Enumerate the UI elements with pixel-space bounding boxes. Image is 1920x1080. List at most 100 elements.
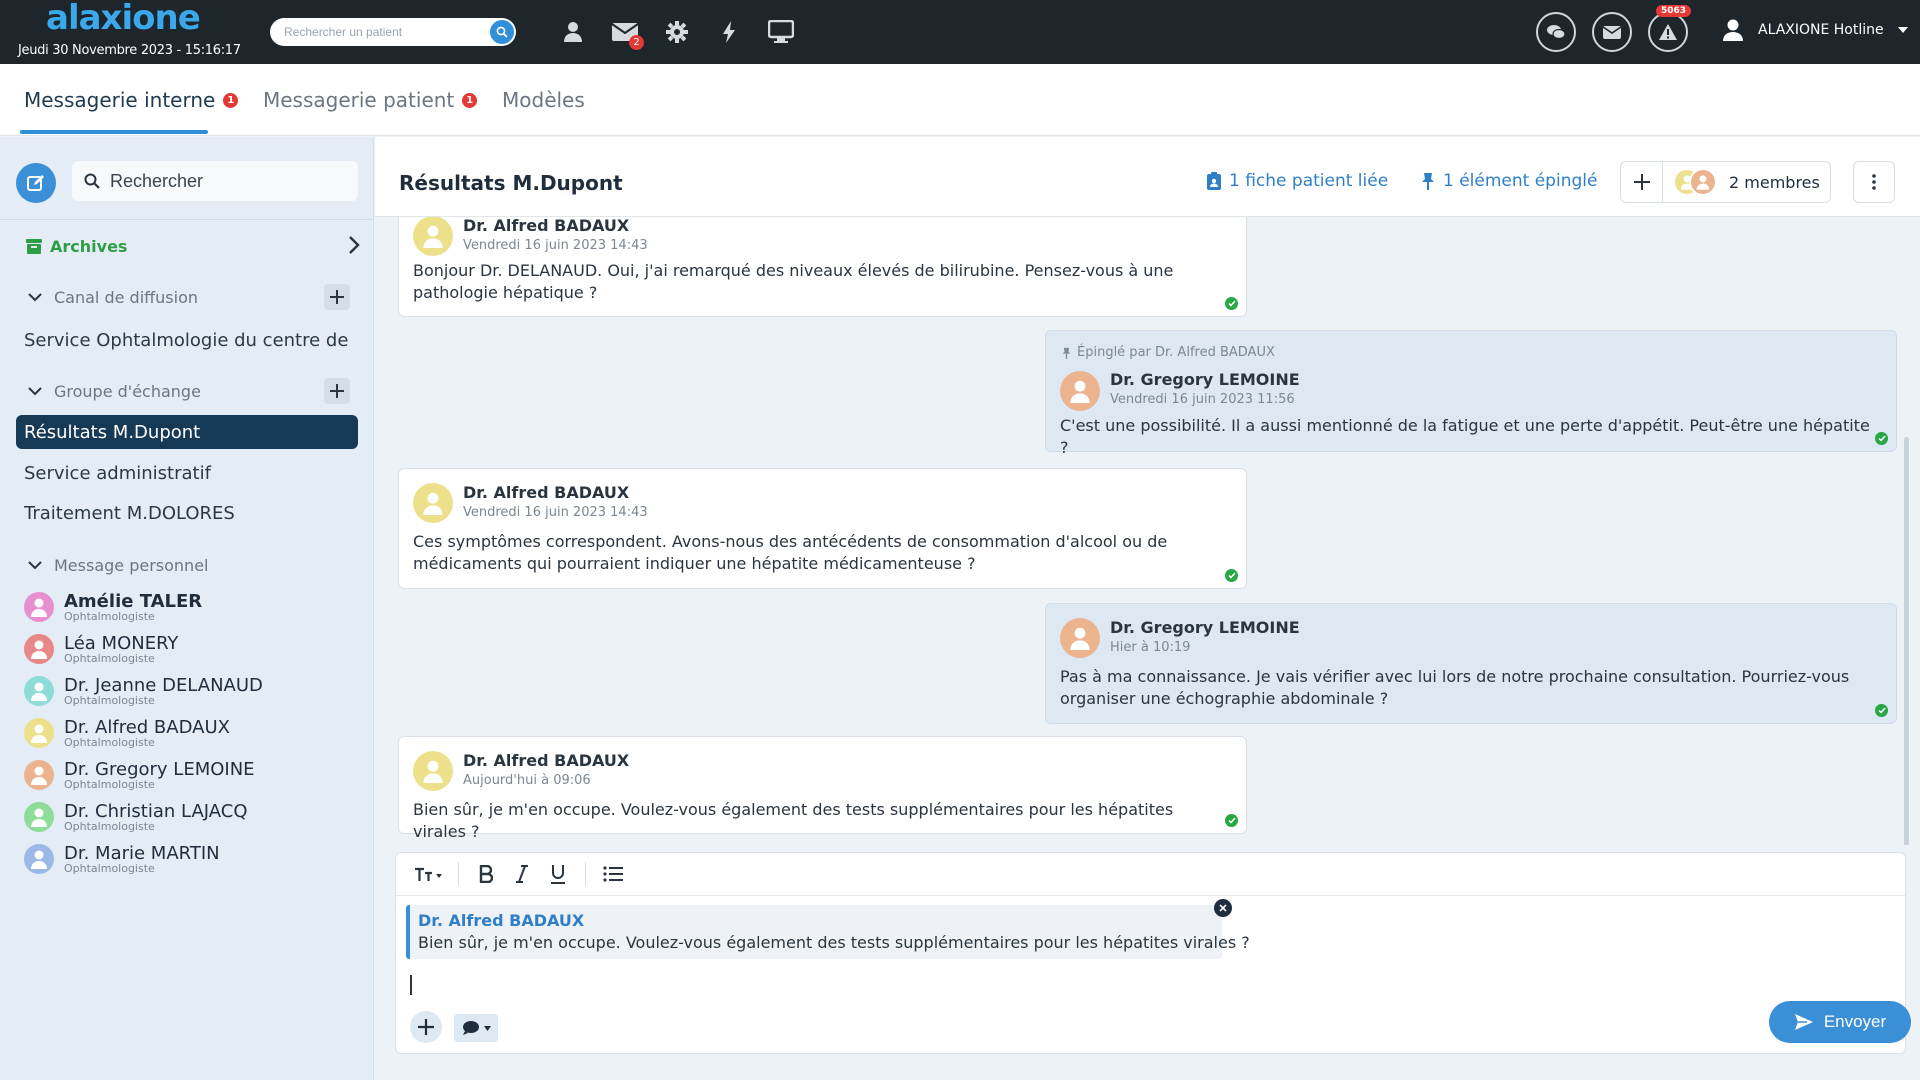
tab-templates[interactable]: Modèles [502,88,585,112]
caret-down-icon [1897,27,1908,33]
contact-item[interactable]: Amélie TALER Ophtalmologiste [24,589,354,625]
section-broadcast[interactable]: Canal de diffusion [28,282,358,312]
patient-search-input[interactable] [284,25,484,39]
message-item[interactable]: Dr. Alfred BADAUX Vendredi 16 juin 2023 … [398,217,1247,317]
add-member-button[interactable] [1621,162,1663,202]
send-icon [1794,1014,1813,1030]
message-author: Dr. Gregory LEMOINE [1110,618,1300,637]
message-time: Vendredi 16 juin 2023 14:43 [463,238,648,253]
kebab-menu-icon [1872,174,1876,190]
toolbar-divider [585,862,586,886]
pinned-by: Épinglé par Dr. Alfred BADAUX [1077,345,1275,360]
members-count[interactable]: 2 membres [1729,173,1820,192]
italic-button[interactable] [507,859,537,889]
toolbar-divider [458,862,459,886]
group-item-dolores-treatment[interactable]: Traitement M.DOLORES [24,496,354,530]
pinned-items-label: 1 élément épinglé [1443,171,1598,191]
section-exchange-group[interactable]: Groupe d'échange [28,376,358,406]
contact-info: Dr. Marie MARTIN Ophtalmologiste [64,842,220,875]
avatar [1060,371,1100,411]
check-icon [1225,297,1238,310]
text-size-button[interactable] [410,859,446,889]
conversation-search-input[interactable] [110,170,340,192]
compose-button[interactable] [16,163,56,203]
message-list[interactable]: Dr. Alfred BADAUX Vendredi 16 juin 2023 … [375,217,1920,845]
patient-icon[interactable] [556,16,590,48]
contact-name: Dr. Marie MARTIN [64,842,220,864]
message-time: Aujourd'hui à 09:06 [463,773,591,788]
avatar [413,751,453,791]
archives-link[interactable]: Archives [26,229,360,263]
contact-item[interactable]: Léa MONERY Ophtalmologiste [24,631,354,667]
mail-badge: 2 [629,35,644,50]
add-channel-button[interactable] [324,284,350,310]
avatar [24,844,54,874]
gear-icon[interactable] [660,16,694,48]
contact-name: Dr. Jeanne DELANAUD [64,674,263,696]
message-item[interactable]: Épinglé par Dr. Alfred BADAUX Dr. Gregor… [1045,330,1897,457]
group-item-admin-service[interactable]: Service administratif [24,456,354,490]
reply-quote: Dr. Alfred BADAUX Bien sûr, je m'en occu… [406,905,1250,959]
tab-patient-messaging[interactable]: Messagerie patient 1 [263,88,478,112]
contact-item[interactable]: Dr. Gregory LEMOINE Ophtalmologiste [24,757,354,793]
contact-item[interactable]: Dr. Alfred BADAUX Ophtalmologiste [24,715,354,751]
contact-item[interactable]: Dr. Jeanne DELANAUD Ophtalmologiste [24,673,354,709]
text-cursor[interactable] [410,975,412,995]
close-quote-button[interactable] [1214,899,1232,917]
section-title: Groupe d'échange [54,381,201,401]
bold-button[interactable] [471,859,501,889]
app-logo[interactable]: alaxione [46,0,201,36]
message-time: Hier à 10:19 [1110,640,1191,655]
envelope-icon[interactable] [1592,12,1632,52]
contact-info: Amélie TALER Ophtalmologiste [64,592,202,622]
contact-name: Dr. Gregory LEMOINE [64,758,255,780]
monitor-icon[interactable] [764,16,798,48]
underline-button[interactable] [543,859,573,889]
check-icon [1225,814,1238,827]
contact-role: Ophtalmologiste [64,651,155,665]
top-bar: alaxione Jeudi 30 Novembre 2023 - 15:16:… [0,0,1920,64]
message-author: Dr. Alfred BADAUX [463,483,630,502]
avatar [24,634,54,664]
bullet-list-button[interactable] [598,859,628,889]
message-composer: Dr. Alfred BADAUX Bien sûr, je m'en occu… [395,852,1911,1054]
avatar [413,217,453,256]
tab-label: Messagerie interne [24,88,216,112]
alert-icon[interactable]: 5063 [1648,5,1692,52]
tab-internal-messaging[interactable]: Messagerie interne 1 [24,88,239,112]
mail-icon[interactable]: 2 [608,16,644,50]
contact-item[interactable]: Dr. Marie MARTIN Ophtalmologiste [24,841,354,877]
plus-icon [330,290,344,304]
message-item[interactable]: Dr. Alfred BADAUX Aujourd'hui à 09:06 Bi… [398,736,1247,841]
message-item[interactable]: Dr. Alfred BADAUX Vendredi 16 juin 2023 … [398,468,1247,589]
quick-reply-button[interactable] [454,1014,498,1042]
current-datetime: Jeudi 30 Novembre 2023 - 15:16:17 [18,43,241,58]
quote-text: Bien sûr, je m'en occupe. Voulez-vous ég… [418,933,1250,952]
channel-item[interactable]: Service Ophtalmologie du centre de ... [24,323,354,357]
send-button[interactable]: Envoyer [1769,1001,1911,1043]
plus-icon [418,1019,434,1035]
conversation-header: Résultats M.Dupont 1 fiche patient liée … [375,137,1920,217]
lightning-icon[interactable] [712,16,746,48]
bold-icon [479,865,493,883]
user-menu[interactable]: ALAXIONE Hotline [1722,18,1908,42]
caret-down-icon [483,1025,491,1031]
chevron-down-icon [28,292,42,301]
pinned-items-link[interactable]: 1 élément épinglé [1421,171,1597,191]
chevron-down-icon [28,560,42,569]
add-group-button[interactable] [324,378,350,404]
more-options-button[interactable] [1853,161,1895,203]
message-scrollbar[interactable] [1904,437,1909,845]
linked-patient-link[interactable]: 1 fiche patient liée [1207,171,1388,191]
contact-item[interactable]: Dr. Christian LAJACQ Ophtalmologiste [24,799,354,835]
chat-icon[interactable] [1536,12,1576,52]
section-personal-message[interactable]: Message personnel [28,550,358,580]
avatar [24,676,54,706]
contact-role: Ophtalmologiste [64,861,155,875]
group-item-results-dupont[interactable]: Résultats M.Dupont [16,415,358,449]
message-item[interactable]: Dr. Gregory LEMOINE Hier à 10:19 Pas à m… [1045,603,1897,724]
attach-button[interactable] [410,1011,442,1043]
search-icon[interactable] [490,20,514,44]
message-time: Vendredi 16 juin 2023 11:56 [1110,392,1295,407]
formatting-toolbar [396,853,1905,896]
